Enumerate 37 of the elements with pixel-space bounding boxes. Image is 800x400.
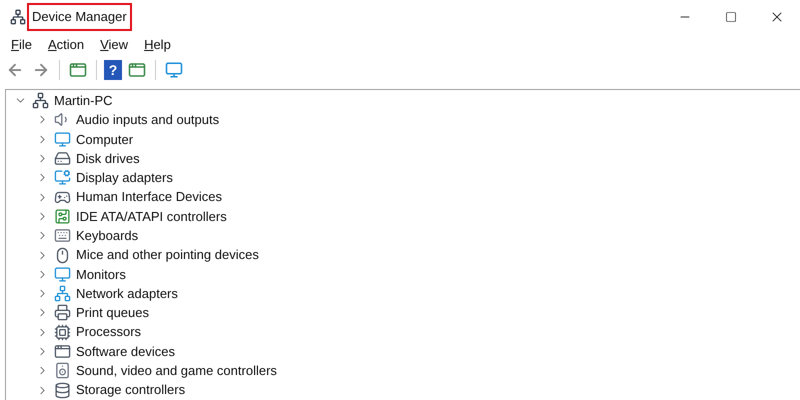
tree-item[interactable]: Print queues — [76, 303, 149, 323]
tree-item[interactable]: Mice and other pointing devices — [76, 245, 259, 265]
tree-item[interactable]: Disk drives — [76, 148, 140, 168]
menu-item[interactable]: Help — [137, 35, 178, 55]
tree-item[interactable]: Computer — [76, 130, 134, 149]
window-title: Device Manager — [29, 5, 130, 29]
mouse-icon — [54, 246, 71, 264]
network-icon — [54, 285, 71, 302]
circuit-board-icon — [54, 208, 71, 225]
printer-icon — [54, 304, 71, 322]
maximize-icon[interactable] — [725, 11, 737, 23]
menu-item[interactable]: File — [4, 35, 39, 55]
tree-item[interactable]: Audio inputs and outputs — [76, 110, 220, 130]
tree-item[interactable]: Software devices — [76, 342, 175, 362]
tree-item[interactable]: Martin-PC — [54, 90, 113, 110]
forward-arrow-icon[interactable] — [32, 61, 50, 79]
tree-item[interactable]: IDE ATA/ATAPI controllers — [76, 206, 227, 226]
menu-item[interactable]: Action — [40, 35, 92, 55]
drive-icon — [54, 150, 71, 168]
database-icon — [54, 382, 71, 399]
tree-item[interactable]: Processors — [76, 322, 142, 342]
monitor-icon — [54, 169, 71, 186]
monitor-icon — [54, 130, 71, 148]
tree-item[interactable]: Sound, video and game controllers — [76, 361, 277, 381]
tree-item[interactable]: Storage controllers — [76, 380, 186, 400]
menu-item[interactable]: View — [93, 35, 136, 55]
tree-item[interactable]: Display adapters — [76, 168, 173, 188]
help-button[interactable]: ? — [104, 60, 122, 80]
keyboard-icon — [54, 227, 71, 244]
tree-item[interactable]: Network adapters — [76, 284, 178, 304]
speaker-icon — [54, 362, 71, 380]
monitor-icon — [54, 266, 71, 283]
chip-icon — [54, 324, 71, 341]
tree-item[interactable]: Monitors — [76, 264, 126, 284]
window-icon — [54, 343, 71, 360]
tree-item[interactable]: Human Interface Devices — [76, 187, 222, 207]
tree-item[interactable]: Keyboards — [76, 226, 138, 246]
